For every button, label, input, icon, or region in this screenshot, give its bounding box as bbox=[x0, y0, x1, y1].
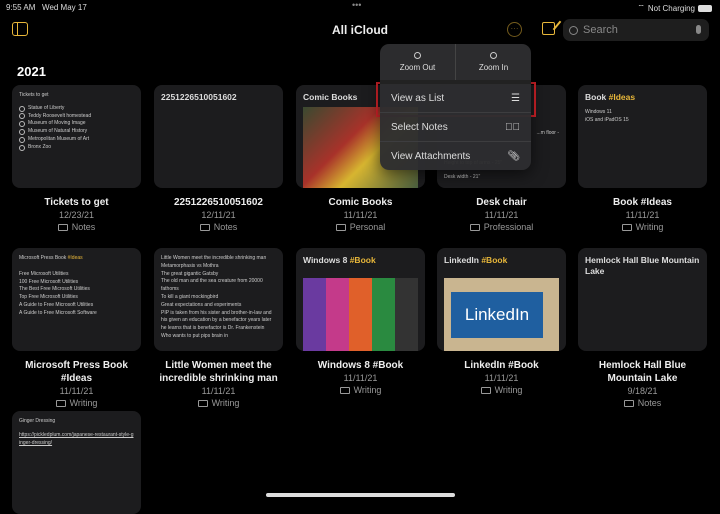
battery-status: Not Charging bbox=[647, 3, 695, 13]
zoom-out-icon bbox=[414, 52, 421, 59]
checkmark-circle-icon: ✓⃝ bbox=[505, 121, 520, 133]
folder-icon bbox=[339, 386, 350, 394]
section-header: 2021 bbox=[17, 64, 46, 79]
note-date: 11/11/21 bbox=[484, 373, 519, 383]
folder-icon bbox=[199, 223, 210, 231]
note-microsoft-press[interactable]: Microsoft Press Book #Ideas Free Microso… bbox=[12, 248, 141, 409]
note-tickets[interactable]: Tickets to get Statue of Liberty Teddy R… bbox=[12, 85, 141, 233]
folder-icon bbox=[623, 399, 634, 407]
folder-icon bbox=[335, 223, 346, 231]
note-title: Desk chair bbox=[476, 197, 527, 208]
note-hemlock[interactable]: Hemlock Hall Blue Mountain Lake Hemlock … bbox=[578, 248, 707, 409]
note-date: 11/11/21 bbox=[343, 210, 378, 220]
note-date: 12/11/21 bbox=[201, 210, 236, 220]
folder-icon bbox=[469, 223, 480, 231]
paperclip-icon: 📎︎ bbox=[507, 151, 520, 162]
view-attachments-item[interactable]: View Attachments 📎︎ bbox=[380, 142, 531, 170]
note-date: 11/11/21 bbox=[201, 386, 236, 396]
checkbox[interactable] bbox=[19, 105, 25, 112]
view-options-menu: Zoom Out Zoom In View as List ☰ Select No… bbox=[380, 44, 531, 170]
status-time-date: 9:55 AM Wed May 17 bbox=[6, 3, 87, 12]
note-date: 12/23/21 bbox=[58, 210, 95, 220]
note-title: LinkedIn #Book bbox=[464, 360, 539, 371]
windows-book-image bbox=[303, 278, 418, 351]
note-windows-8[interactable]: Windows 8 #Book Windows 8 #Book 11/11/21… bbox=[296, 248, 425, 396]
note-date: 11/11/21 bbox=[484, 210, 519, 220]
view-as-list-item[interactable]: View as List ☰ bbox=[380, 84, 531, 113]
note-little-women[interactable]: Little Women meet the incredible shrinki… bbox=[154, 248, 283, 409]
note-date: 9/18/21 bbox=[627, 386, 658, 396]
note-title: Hemlock Hall Blue Mountain Lake bbox=[598, 360, 687, 384]
note-ginger-dressing[interactable]: Ginger Dressing https://pickledplum.com/… bbox=[12, 411, 141, 514]
note-title: 2251226510051602 bbox=[174, 197, 263, 208]
wifi-icon: ⌔ bbox=[637, 3, 645, 12]
search-icon bbox=[569, 25, 578, 35]
note-title: Tickets to get bbox=[44, 197, 109, 208]
note-title: Book #Ideas bbox=[613, 197, 672, 208]
note-title: Windows 8 #Book bbox=[317, 360, 404, 371]
note-title: Comic Books bbox=[328, 197, 393, 208]
more-options-icon[interactable]: ··· bbox=[507, 22, 522, 37]
checkbox[interactable] bbox=[19, 144, 25, 151]
note-date: 11/11/21 bbox=[625, 210, 660, 220]
checkbox[interactable] bbox=[19, 113, 25, 120]
linkedin-book-image: LinkedIn bbox=[444, 278, 559, 351]
note-title: Microsoft Press Book #Ideas bbox=[25, 360, 128, 384]
zoom-out-button[interactable]: Zoom Out bbox=[380, 44, 455, 80]
compose-icon[interactable] bbox=[542, 22, 555, 35]
note-number[interactable]: 2251226510051602 2251226510051602 12/11/… bbox=[154, 85, 283, 233]
note-title: Little Women meet the incredible shrinki… bbox=[159, 360, 278, 384]
folder-icon bbox=[621, 223, 632, 231]
checkbox[interactable] bbox=[19, 136, 25, 143]
battery-icon bbox=[698, 4, 712, 12]
microphone-icon[interactable] bbox=[696, 25, 701, 34]
note-link[interactable]: https://pickledplum.com/japanese-restaur… bbox=[19, 432, 134, 448]
folder-icon bbox=[57, 223, 68, 231]
note-linkedin[interactable]: LinkedIn #Book LinkedIn LinkedIn #Book 1… bbox=[437, 248, 566, 396]
note-date: 11/11/21 bbox=[343, 373, 378, 383]
list-icon: ☰ bbox=[511, 92, 520, 104]
note-date: 11/11/21 bbox=[59, 386, 94, 396]
zoom-in-icon bbox=[490, 52, 497, 59]
checkbox[interactable] bbox=[19, 129, 25, 136]
status-bar: 9:55 AM Wed May 17 ••• ⌔ Not Charging bbox=[0, 0, 720, 14]
note-book-ideas[interactable]: Book #Ideas Windows 11 iOS and iPadOS 15 … bbox=[578, 85, 707, 233]
checkbox[interactable] bbox=[19, 121, 25, 128]
select-notes-item[interactable]: Select Notes ✓⃝ bbox=[380, 113, 531, 142]
home-indicator[interactable] bbox=[266, 493, 455, 497]
folder-icon bbox=[480, 386, 491, 394]
search-input[interactable]: Search bbox=[563, 19, 709, 41]
nav-bar: All iCloud ··· Search bbox=[0, 16, 720, 46]
folder-icon bbox=[197, 399, 208, 407]
zoom-in-button[interactable]: Zoom In bbox=[455, 44, 531, 80]
multitasking-dots[interactable]: ••• bbox=[352, 0, 361, 10]
folder-icon bbox=[55, 399, 66, 407]
